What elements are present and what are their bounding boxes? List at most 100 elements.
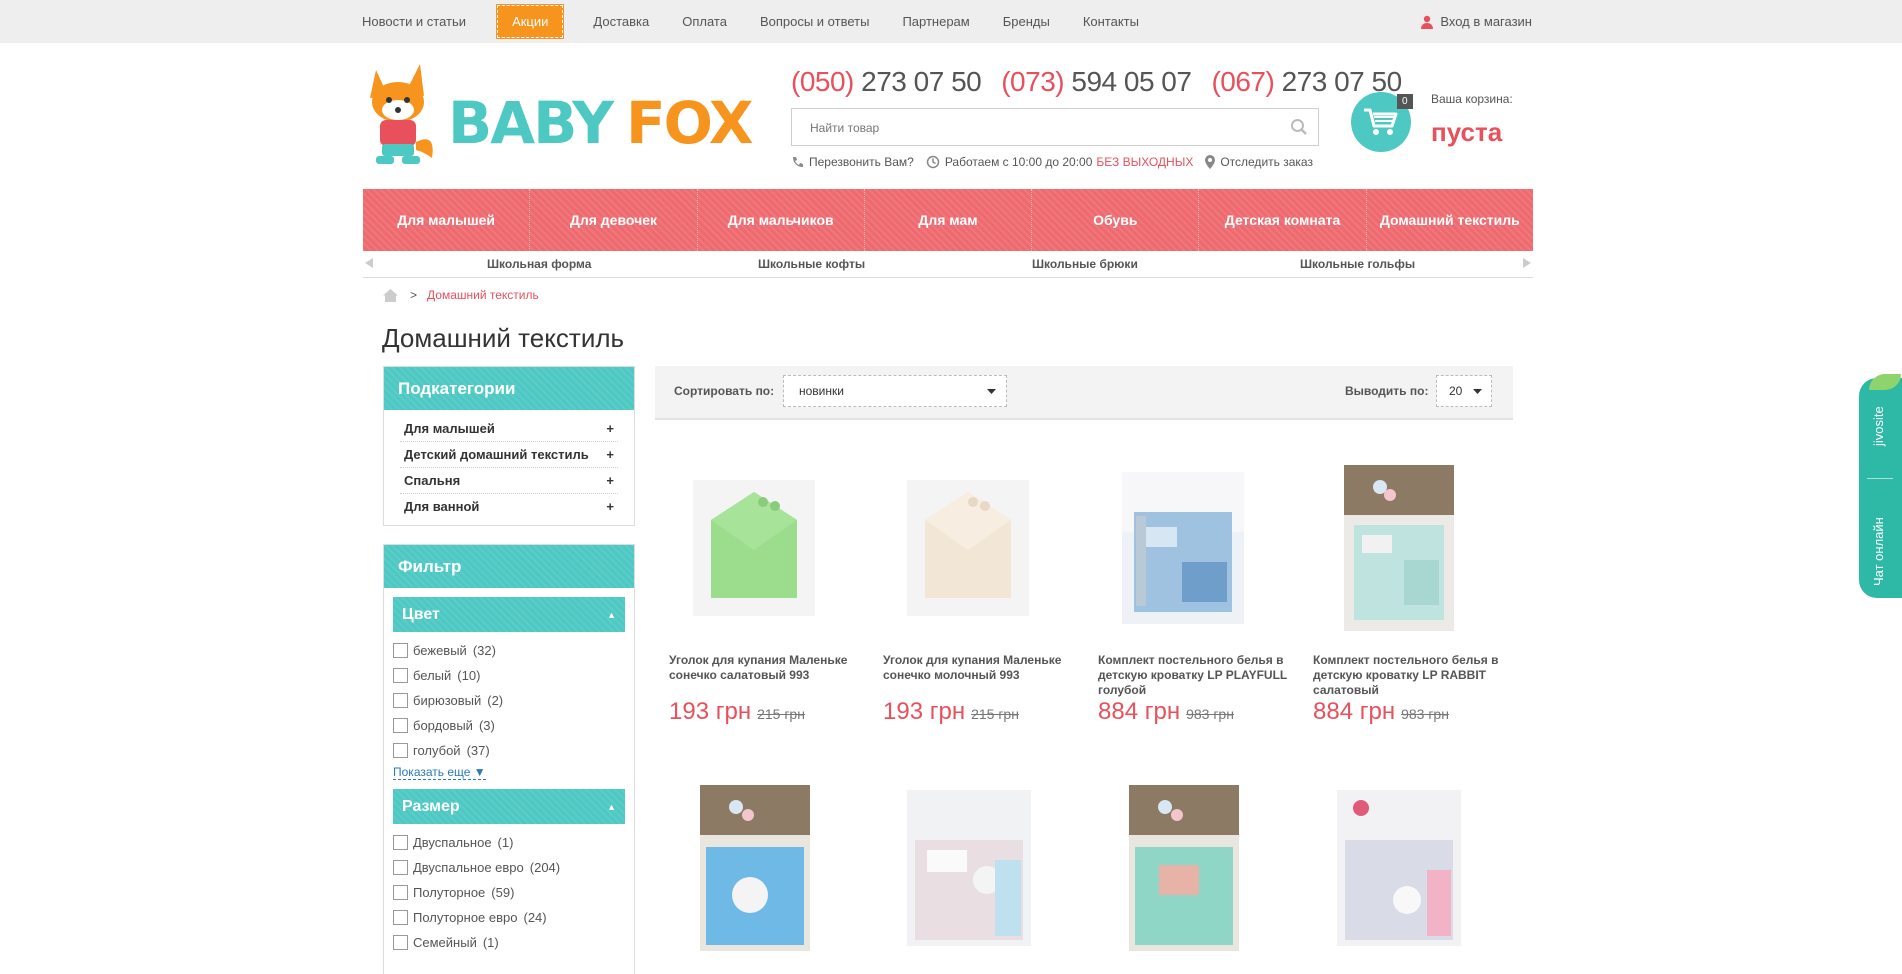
cart-button[interactable]: 0	[1351, 92, 1413, 152]
product-card[interactable]	[669, 780, 869, 973]
product-price: 193 грн 215 грн	[669, 698, 805, 725]
subcategory-item[interactable]: Для малышей +	[400, 416, 618, 442]
fox-mascot-icon	[370, 64, 433, 164]
filter-panel: Фильтр Цвет ▲ бежевый (32) белый (10) бирюз…	[383, 544, 635, 974]
phone-1[interactable]: (050) 273 07 50	[791, 66, 982, 98]
subnav-school-uniform[interactable]: Школьная форма	[487, 257, 591, 271]
site-logo[interactable]: BABY FOX	[362, 60, 762, 170]
callback-link[interactable]: Перезвонить Вам?	[791, 155, 914, 169]
carousel-left-arrow-icon[interactable]	[365, 258, 373, 268]
show-more-link[interactable]: Показать еще ▼	[393, 765, 486, 780]
product-card[interactable]: Уголок для купания Маленьке сонечко моло…	[883, 465, 1083, 735]
nav-girls[interactable]: Для девочек	[530, 189, 698, 251]
filter-option[interactable]: Семейный (1)	[393, 930, 625, 955]
filter-option[interactable]: бирюзовый (2)	[393, 688, 625, 713]
topnav-payment[interactable]: Оплата	[682, 14, 727, 29]
subcategory-item[interactable]: Спальня +	[400, 468, 618, 494]
filter-option[interactable]: бордовый (3)	[393, 713, 625, 738]
home-icon[interactable]	[383, 288, 398, 302]
checkbox	[393, 860, 408, 875]
filter-option[interactable]: голубой (37)	[393, 738, 625, 763]
cart-state[interactable]: пуста	[1431, 117, 1502, 148]
shopping-cart-icon	[1364, 108, 1398, 135]
checkbox	[393, 835, 408, 850]
checkbox	[393, 935, 408, 950]
filter-option[interactable]: Полуторное (59)	[393, 880, 625, 905]
filter-size-header[interactable]: Размер ▲	[393, 789, 625, 824]
sort-select[interactable]: новинки	[783, 375, 1007, 407]
filter-color-header[interactable]: Цвет ▲	[393, 597, 625, 632]
filter-option[interactable]: белый (10)	[393, 663, 625, 688]
search-input[interactable]	[792, 109, 1292, 147]
filter-option[interactable]: Двуспальное (1)	[393, 830, 625, 855]
collapse-triangle-icon: ▲	[607, 609, 616, 620]
product-card[interactable]	[883, 780, 1083, 973]
login-label: Вход в магазин	[1440, 14, 1532, 29]
product-image[interactable]	[1122, 472, 1244, 624]
product-image[interactable]	[693, 480, 815, 616]
top-bar: Новости и статьи Акции Доставка Оплата В…	[0, 0, 1902, 43]
topnav-partners[interactable]: Партнерам	[902, 14, 969, 29]
product-image[interactable]	[907, 790, 1031, 946]
topnav-delivery[interactable]: Доставка	[593, 14, 649, 29]
product-name[interactable]: Комплект постельного белья в детскую кро…	[1098, 653, 1288, 698]
topnav-contacts[interactable]: Контакты	[1083, 14, 1139, 29]
filter-option[interactable]: бежевый (32)	[393, 638, 625, 663]
topnav-news[interactable]: Новости и статьи	[362, 14, 466, 29]
carousel-right-arrow-icon[interactable]	[1523, 258, 1531, 268]
product-name[interactable]: Комплект постельного белья в детскую кро…	[1313, 653, 1503, 698]
product-card[interactable]	[1098, 780, 1298, 973]
nav-shoes[interactable]: Обувь	[1032, 189, 1200, 251]
product-card[interactable]: Комплект постельного белья в детскую кро…	[1313, 465, 1513, 735]
chat-brand: jivosite	[1871, 406, 1886, 446]
product-card[interactable]	[1313, 780, 1513, 973]
search-icon[interactable]	[1290, 118, 1308, 136]
expand-icon: +	[606, 447, 614, 462]
subcategories-title: Подкатегории	[384, 367, 634, 410]
subnav-school-trousers[interactable]: Школьные брюки	[1032, 257, 1138, 271]
chat-divider	[1867, 478, 1893, 479]
track-order-link[interactable]: Отследить заказ	[1205, 155, 1313, 169]
breadcrumb-current[interactable]: Домашний текстиль	[427, 288, 539, 302]
product-image[interactable]	[1344, 465, 1454, 631]
product-name[interactable]: Уголок для купания Маленьке сонечко сала…	[669, 653, 859, 683]
breadcrumb: > Домашний текстиль	[383, 288, 539, 302]
search-box	[791, 108, 1319, 147]
nav-moms[interactable]: Для мам	[865, 189, 1033, 251]
nav-kids-room[interactable]: Детская комната	[1199, 189, 1367, 251]
product-name[interactable]: Уголок для купания Маленьке сонечко моло…	[883, 653, 1073, 683]
topnav-promo-button[interactable]: Акции	[496, 4, 565, 39]
login-link[interactable]: Вход в магазин	[1420, 0, 1532, 43]
filter-option[interactable]: Полуторное евро (24)	[393, 905, 625, 930]
online-chat-widget[interactable]: jivosite Чат онлайн	[1859, 374, 1902, 598]
nav-boys[interactable]: Для мальчиков	[698, 189, 865, 251]
product-image[interactable]	[907, 480, 1029, 616]
product-image[interactable]	[1337, 790, 1461, 946]
topnav-brands[interactable]: Бренды	[1003, 14, 1050, 29]
product-image[interactable]	[700, 785, 810, 951]
checkbox	[393, 693, 408, 708]
filter-title: Фильтр	[384, 545, 634, 588]
expand-icon: +	[606, 421, 614, 436]
checkbox	[393, 718, 408, 733]
sort-label: Сортировать по:	[674, 384, 775, 398]
subnav-school-sweaters[interactable]: Школьные кофты	[758, 257, 865, 271]
chat-label: Чат онлайн	[1871, 517, 1886, 586]
product-image[interactable]	[1129, 785, 1239, 951]
filter-option[interactable]: Двуспальное евро (204)	[393, 855, 625, 880]
checkbox	[393, 910, 408, 925]
product-card[interactable]: Уголок для купания Маленьке сонечко сала…	[669, 465, 869, 735]
subnav-school-turtlenecks[interactable]: Школьные гольфы	[1300, 257, 1415, 271]
nav-home-textile[interactable]: Домашний текстиль	[1367, 189, 1533, 251]
topnav-faq[interactable]: Вопросы и ответы	[760, 14, 869, 29]
product-card[interactable]: Комплект постельного белья в детскую кро…	[1098, 465, 1298, 735]
nav-babies[interactable]: Для малышей	[363, 189, 531, 251]
subcategory-item[interactable]: Для ванной +	[400, 494, 618, 519]
phone-2[interactable]: (073) 594 05 07	[1001, 66, 1192, 98]
per-page-select[interactable]: 20	[1436, 375, 1492, 407]
location-pin-icon	[1205, 155, 1216, 169]
chevron-down-icon	[1473, 389, 1482, 394]
header-info-line: Перезвонить Вам? Работаем с 10:00 до 20:…	[791, 155, 1325, 169]
subcategory-item[interactable]: Детский домашний текстиль +	[400, 442, 618, 468]
phone-icon	[793, 156, 803, 167]
